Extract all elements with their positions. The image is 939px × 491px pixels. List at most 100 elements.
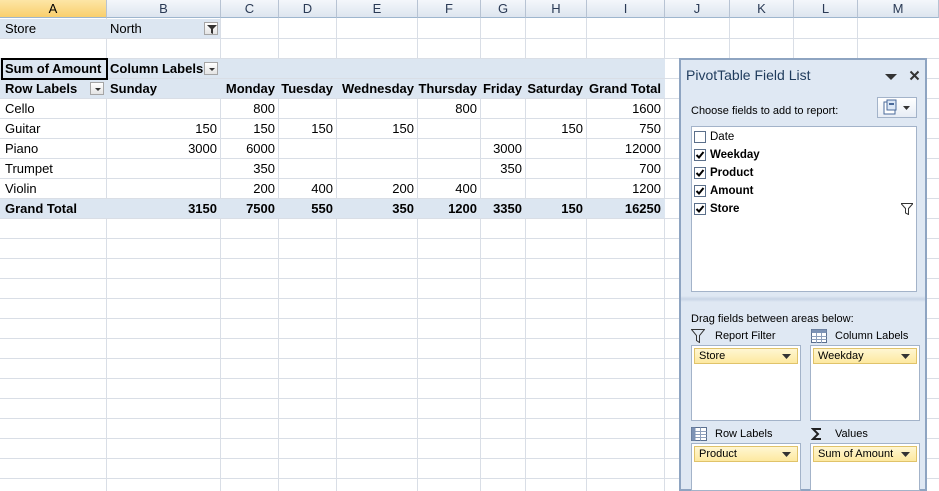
field-checkbox-date[interactable]	[694, 131, 706, 143]
cell[interactable]	[526, 139, 583, 159]
field-checkbox-product[interactable]	[694, 167, 706, 179]
cell[interactable]: 6000	[221, 139, 275, 159]
panel-options-button[interactable]	[884, 70, 898, 85]
column-header-a[interactable]: A	[0, 0, 107, 18]
cell[interactable]	[418, 139, 477, 159]
cell[interactable]	[337, 139, 414, 159]
field-item-store[interactable]: Store	[694, 200, 914, 218]
row-labels-dropdown[interactable]	[90, 82, 104, 95]
column-header-b[interactable]: B	[107, 0, 221, 18]
chevron-down-icon	[901, 354, 910, 359]
row-label[interactable]: Piano	[5, 139, 38, 159]
report-filter-drop-area[interactable]: Store	[691, 345, 801, 421]
row-label[interactable]: Trumpet	[5, 159, 53, 179]
cell[interactable]: 12000	[587, 139, 661, 159]
cell[interactable]	[526, 99, 583, 119]
total-cell[interactable]: 150	[526, 199, 583, 219]
column-header-k[interactable]: K	[730, 0, 794, 18]
cell[interactable]: 3000	[481, 139, 522, 159]
field-checkbox-amount[interactable]	[694, 185, 706, 197]
values-chip[interactable]: Sum of Amount	[813, 446, 917, 462]
cell[interactable]	[526, 179, 583, 199]
total-cell[interactable]: 16250	[587, 199, 661, 219]
row-label[interactable]: Violin	[5, 179, 37, 199]
column-labels-dropdown[interactable]	[204, 62, 218, 75]
cell[interactable]	[481, 119, 522, 139]
field-item-product[interactable]: Product	[694, 164, 914, 182]
column-labels-chip[interactable]: Weekday	[813, 348, 917, 364]
cell[interactable]: 400	[279, 179, 333, 199]
row-labels-drop-area[interactable]: Product	[691, 443, 801, 491]
cell[interactable]: 400	[418, 179, 477, 199]
panel-title: PivotTable Field List	[686, 67, 811, 83]
field-item-date[interactable]: Date	[694, 128, 914, 146]
cell[interactable]: 150	[221, 119, 275, 139]
total-cell[interactable]: 3350	[481, 199, 522, 219]
cell[interactable]: 750	[587, 119, 661, 139]
cell[interactable]	[279, 139, 333, 159]
cell[interactable]: 350	[221, 159, 275, 179]
cell[interactable]: 200	[221, 179, 275, 199]
report-filter-chip[interactable]: Store	[694, 348, 798, 364]
column-labels-icon	[811, 329, 827, 343]
cell[interactable]: 150	[337, 119, 414, 139]
cell[interactable]: 700	[587, 159, 661, 179]
cell[interactable]: 800	[221, 99, 275, 119]
cell[interactable]: 1200	[587, 179, 661, 199]
pivot-col-header: Wednesday	[341, 81, 414, 96]
cell[interactable]	[337, 159, 414, 179]
total-cell[interactable]: 1200	[418, 199, 477, 219]
row-labels-chip[interactable]: Product	[694, 446, 798, 462]
total-cell[interactable]: 350	[337, 199, 414, 219]
cell[interactable]: 200	[337, 179, 414, 199]
column-header-i[interactable]: I	[587, 0, 665, 18]
cell[interactable]: 150	[279, 119, 333, 139]
column-header-f[interactable]: F	[418, 0, 481, 18]
field-item-amount[interactable]: Amount	[694, 182, 914, 200]
field-checkbox-store[interactable]	[694, 203, 706, 215]
field-label: Product	[710, 167, 754, 179]
filter-dropdown-button[interactable]	[204, 22, 218, 35]
field-item-weekday[interactable]: Weekday	[694, 146, 914, 164]
cell[interactable]	[279, 159, 333, 179]
cell[interactable]: 800	[418, 99, 477, 119]
filter-value[interactable]: North	[110, 19, 142, 39]
cell[interactable]: 150	[526, 119, 583, 139]
values-drop-area[interactable]: Sum of Amount	[810, 443, 920, 491]
cell[interactable]: 1600	[587, 99, 661, 119]
column-header-c[interactable]: C	[221, 0, 279, 18]
cell[interactable]	[110, 99, 217, 119]
cell[interactable]	[279, 99, 333, 119]
cell[interactable]	[337, 99, 414, 119]
total-cell[interactable]: 3150	[110, 199, 217, 219]
column-header-m[interactable]: M	[858, 0, 939, 18]
field-checkbox-weekday[interactable]	[694, 149, 706, 161]
chevron-down-icon	[782, 354, 791, 359]
column-header-l[interactable]: L	[794, 0, 858, 18]
column-header-j[interactable]: J	[665, 0, 730, 18]
column-header-e[interactable]: E	[337, 0, 418, 18]
total-cell[interactable]: 550	[279, 199, 333, 219]
column-header-g[interactable]: G	[481, 0, 526, 18]
column-labels-drop-area[interactable]: Weekday	[810, 345, 920, 421]
panel-splitter[interactable]	[681, 296, 925, 302]
cell[interactable]: 350	[481, 159, 522, 179]
cell[interactable]	[526, 159, 583, 179]
row-label[interactable]: Cello	[5, 99, 35, 119]
field-layout-button[interactable]	[877, 97, 917, 118]
area-label: Values	[835, 428, 868, 440]
column-header-d[interactable]: D	[279, 0, 337, 18]
cell[interactable]: 150	[110, 119, 217, 139]
panel-close-button[interactable]	[909, 69, 920, 84]
cell[interactable]	[418, 159, 477, 179]
cell[interactable]	[481, 179, 522, 199]
column-header-h[interactable]: H	[526, 0, 587, 18]
total-cell[interactable]: 7500	[221, 199, 275, 219]
cell[interactable]	[481, 99, 522, 119]
cell[interactable]	[110, 159, 217, 179]
cell[interactable]	[418, 119, 477, 139]
cell[interactable]: 3000	[110, 139, 217, 159]
cell[interactable]	[110, 179, 217, 199]
row-label[interactable]: Guitar	[5, 119, 40, 139]
grand-total-label[interactable]: Grand Total	[5, 199, 77, 219]
